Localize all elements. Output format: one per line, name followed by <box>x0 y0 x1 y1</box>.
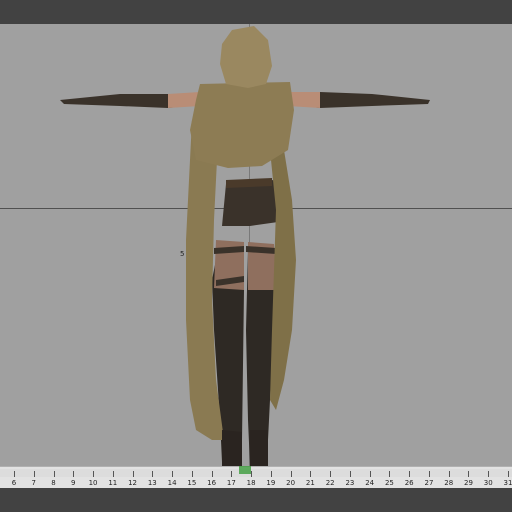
hood <box>220 26 272 88</box>
timeline-tick <box>349 471 351 477</box>
timeline-tick-label: 26 <box>404 479 414 487</box>
timeline-tick-label: 19 <box>266 479 276 487</box>
bottom-toolbar <box>0 488 512 512</box>
right-arm <box>304 92 430 108</box>
timeline-tick <box>112 471 114 477</box>
timeline-tick <box>152 471 154 477</box>
character-model[interactable] <box>0 24 512 466</box>
timeline-tick <box>73 471 75 477</box>
timeline-tick-label: 25 <box>384 479 394 487</box>
timeline-tick-label: 15 <box>187 479 197 487</box>
timeline-tick-label: 24 <box>365 479 375 487</box>
left-boot <box>222 430 242 466</box>
timeline-tick <box>251 471 253 477</box>
timeline-tick <box>468 471 470 477</box>
timeline-tick-label: 17 <box>226 479 236 487</box>
timeline-tick-label: 9 <box>71 479 76 487</box>
timeline-tick-label: 22 <box>325 479 335 487</box>
timeline-tick-label: 23 <box>345 479 355 487</box>
timeline-tick <box>211 471 213 477</box>
timeline-tick <box>448 471 450 477</box>
timeline-tick <box>369 471 371 477</box>
frame-marker-label: 5 <box>180 250 185 258</box>
timeline-tick-label: 29 <box>464 479 473 487</box>
timeline-tick <box>270 471 272 477</box>
timeline-tick-label: 10 <box>88 479 98 487</box>
timeline-tick-label: 14 <box>167 479 177 487</box>
timeline-tick-label: 16 <box>207 479 217 487</box>
timeline-track[interactable] <box>0 469 512 477</box>
playhead[interactable] <box>239 466 251 474</box>
cape <box>190 82 294 168</box>
timeline-tick <box>310 471 312 477</box>
timeline-tick-label: 21 <box>305 479 315 487</box>
timeline-tick-label: 7 <box>31 479 36 487</box>
3d-viewport[interactable]: 5 <box>0 24 512 466</box>
timeline-tick <box>191 471 193 477</box>
timeline-tick <box>14 471 15 477</box>
top-toolbar <box>0 0 512 24</box>
timeline-tick <box>93 471 95 477</box>
timeline-tick-label: 13 <box>147 479 157 487</box>
timeline-tick <box>330 471 332 477</box>
timeline-tick <box>53 471 55 477</box>
timeline-tick-label: 31 <box>503 479 512 487</box>
timeline-tick <box>132 471 134 477</box>
timeline-tick <box>290 471 292 477</box>
timeline-tick-label: 8 <box>51 479 56 487</box>
right-boot <box>250 430 268 466</box>
timeline-tick <box>33 471 35 477</box>
timeline-tick <box>172 471 174 477</box>
timeline-tick <box>488 471 490 477</box>
animation-editor: 5 6 7 8 9 10 11 12 13 14 15 16 17 18 19 20 21 22 23 24 25 26… <box>0 0 512 512</box>
timeline-tick-label: 30 <box>483 479 493 487</box>
timeline-tick-label: 28 <box>444 479 454 487</box>
timeline-tick <box>409 471 411 477</box>
timeline-tick-label: 27 <box>424 479 434 487</box>
timeline-tick <box>389 471 391 477</box>
timeline-tick <box>231 471 233 477</box>
timeline-tick <box>428 471 430 477</box>
timeline-tick-label: 11 <box>108 479 118 487</box>
timeline-tick-label: 20 <box>286 479 296 487</box>
timeline-tick <box>508 471 509 477</box>
timeline-tick-label: 12 <box>128 479 138 487</box>
timeline-tick-label: 6 <box>11 479 17 487</box>
timeline[interactable]: 6 7 8 9 10 11 12 13 14 15 16 17 18 19 20 21 22 23 24 25 26 27… <box>0 466 512 489</box>
timeline-tick-label: 18 <box>246 479 256 487</box>
